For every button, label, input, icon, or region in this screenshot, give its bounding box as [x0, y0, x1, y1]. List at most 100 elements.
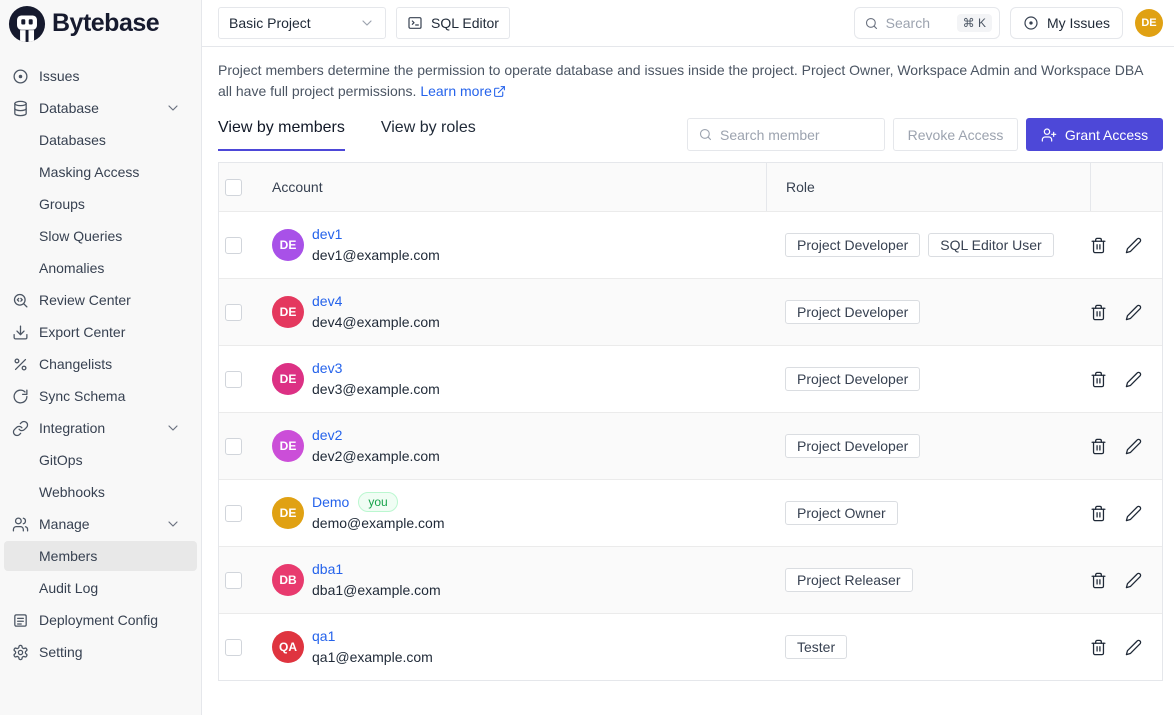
top-header: Basic Project SQL Editor Search ⌘ K My I… [202, 0, 1174, 47]
sidebar-item-groups[interactable]: Groups [4, 189, 197, 219]
member-email: qa1@example.com [312, 647, 433, 668]
member-name-link[interactable]: dev1 [312, 226, 342, 242]
sidebar-item-gitops[interactable]: GitOps [4, 445, 197, 475]
pencil-icon [1125, 639, 1142, 656]
logo[interactable]: Bytebase [0, 0, 201, 47]
delete-member-button[interactable] [1090, 572, 1107, 589]
database-icon [12, 100, 29, 117]
member-name-link[interactable]: dev2 [312, 427, 342, 443]
avatar: DE [272, 363, 304, 395]
delete-member-button[interactable] [1090, 639, 1107, 656]
edit-member-button[interactable] [1125, 371, 1142, 388]
sidebar-item-review-center[interactable]: Review Center [4, 285, 197, 315]
select-all-checkbox[interactable] [225, 179, 242, 196]
role-badge: Project Developer [785, 233, 920, 257]
tab-view-by-roles[interactable]: View by roles [381, 119, 476, 151]
sidebar-item-sync-schema[interactable]: Sync Schema [4, 381, 197, 411]
delete-member-button[interactable] [1090, 438, 1107, 455]
row-checkbox[interactable] [225, 371, 242, 388]
you-badge: you [358, 492, 397, 512]
terminal-square-icon [407, 15, 423, 31]
delete-member-button[interactable] [1090, 304, 1107, 321]
member-name-link[interactable]: qa1 [312, 628, 335, 644]
trash-icon [1090, 237, 1107, 254]
sql-editor-button[interactable]: SQL Editor [396, 7, 510, 39]
row-checkbox[interactable] [225, 572, 242, 589]
my-issues-button[interactable]: My Issues [1010, 7, 1123, 39]
delete-member-button[interactable] [1090, 237, 1107, 254]
revoke-access-button[interactable]: Revoke Access [893, 118, 1018, 151]
sidebar-item-slow-queries[interactable]: Slow Queries [4, 221, 197, 251]
row-checkbox[interactable] [225, 438, 242, 455]
gear-icon [12, 644, 29, 661]
column-header-actions [1090, 163, 1162, 211]
sidebar-item-integration[interactable]: Integration [4, 413, 197, 443]
role-badge: Project Developer [785, 300, 920, 324]
sidebar-item-setting[interactable]: Setting [4, 637, 197, 667]
sidebar-item-audit-log[interactable]: Audit Log [4, 573, 197, 603]
sidebar-item-databases[interactable]: Databases [4, 125, 197, 155]
sidebar-item-members[interactable]: Members [4, 541, 197, 571]
sidebar-item-manage[interactable]: Manage [4, 509, 197, 539]
search-icon [698, 127, 713, 142]
search-icon [864, 16, 879, 31]
edit-member-button[interactable] [1125, 304, 1142, 321]
edit-member-button[interactable] [1125, 639, 1142, 656]
learn-more-link[interactable]: Learn more [420, 81, 506, 102]
avatar: DE [272, 229, 304, 261]
sidebar-item-export-center[interactable]: Export Center [4, 317, 197, 347]
member-name-link[interactable]: dev3 [312, 360, 342, 376]
role-badge: Project Developer [785, 434, 920, 458]
row-checkbox[interactable] [225, 304, 242, 321]
circle-dot-icon [1023, 15, 1039, 31]
sidebar-item-anomalies[interactable]: Anomalies [4, 253, 197, 283]
column-header-account: Account [272, 163, 766, 211]
edit-member-button[interactable] [1125, 438, 1142, 455]
page-description: Project members determine the permission… [202, 47, 1162, 102]
search-shortcut: ⌘ K [957, 14, 992, 32]
global-search[interactable]: Search ⌘ K [854, 7, 1000, 39]
member-name-link[interactable]: dev4 [312, 293, 342, 309]
pencil-icon [1125, 237, 1142, 254]
sidebar-item-webhooks[interactable]: Webhooks [4, 477, 197, 507]
bytebase-logo-icon [8, 5, 46, 43]
edit-member-button[interactable] [1125, 572, 1142, 589]
edit-member-button[interactable] [1125, 237, 1142, 254]
user-avatar[interactable]: DE [1135, 9, 1163, 37]
row-checkbox[interactable] [225, 639, 242, 656]
chevron-down-icon [359, 15, 375, 31]
trash-icon [1090, 371, 1107, 388]
grant-access-button[interactable]: Grant Access [1026, 118, 1163, 151]
member-name-link[interactable]: dba1 [312, 561, 343, 577]
view-tabs: View by members View by roles [218, 119, 476, 151]
role-badge: Project Releaser [785, 568, 913, 592]
row-checkbox[interactable] [225, 505, 242, 522]
delete-member-button[interactable] [1090, 371, 1107, 388]
column-header-role: Role [766, 163, 1090, 211]
member-name-link[interactable]: Demo [312, 494, 349, 510]
trash-icon [1090, 505, 1107, 522]
sidebar-item-masking-access[interactable]: Masking Access [4, 157, 197, 187]
sidebar-item-deployment-config[interactable]: Deployment Config [4, 605, 197, 635]
sidebar-item-changelists[interactable]: Changelists [4, 349, 197, 379]
delete-member-button[interactable] [1090, 505, 1107, 522]
row-checkbox[interactable] [225, 237, 242, 254]
sidebar-item-issues[interactable]: Issues [4, 61, 197, 91]
tab-view-by-members[interactable]: View by members [218, 119, 345, 151]
chevron-down-icon [165, 420, 181, 436]
sidebar-item-database[interactable]: Database [4, 93, 197, 123]
members-page: Project members determine the permission… [202, 47, 1174, 715]
refresh-icon [12, 388, 29, 405]
download-icon [12, 324, 29, 341]
chevron-down-icon [165, 516, 181, 532]
role-badge: Project Developer [785, 367, 920, 391]
users-icon [12, 516, 29, 533]
chevron-down-icon [165, 100, 181, 116]
member-search-box[interactable] [687, 118, 885, 151]
member-search-input[interactable] [720, 127, 860, 143]
project-selector[interactable]: Basic Project [218, 7, 386, 39]
changelist-icon [12, 356, 29, 373]
file-text-icon [12, 612, 29, 629]
members-table: Account Role DE dev1 dev1@example.com [218, 162, 1163, 681]
edit-member-button[interactable] [1125, 505, 1142, 522]
